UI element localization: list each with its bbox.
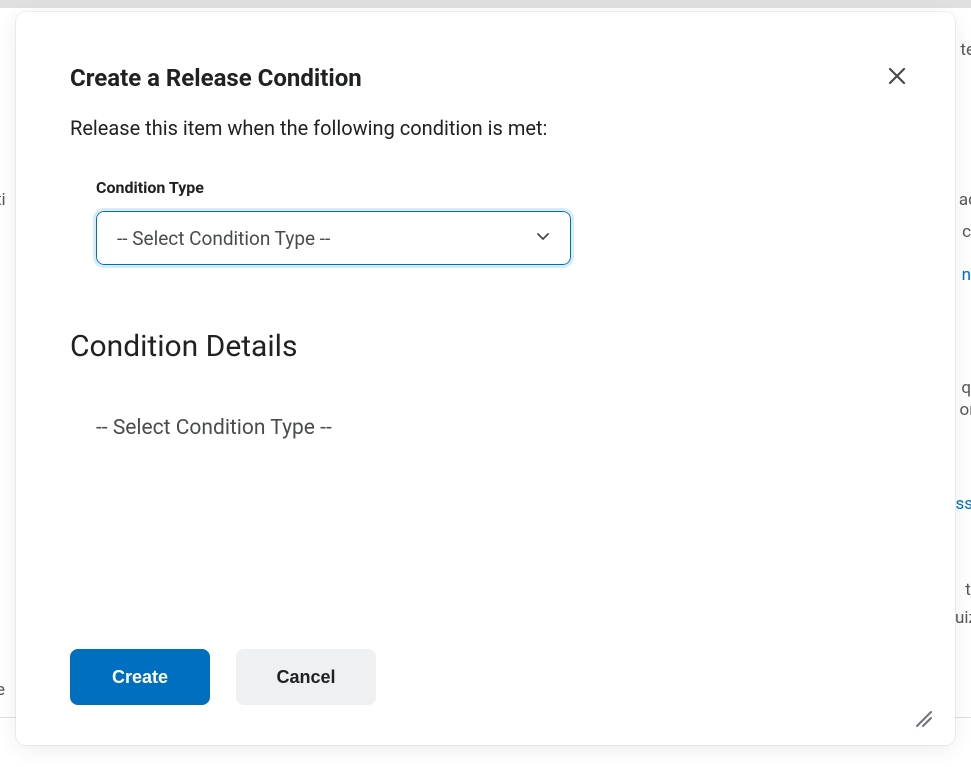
dialog-header: Create a Release Condition (70, 60, 915, 96)
close-button[interactable] (879, 60, 915, 96)
condition-type-select-wrap: -- Select Condition Type -- (96, 211, 571, 265)
condition-details-placeholder: -- Select Condition Type -- (70, 416, 915, 440)
dialog-subheading: Release this item when the following con… (70, 116, 915, 140)
dialog-title: Create a Release Condition (70, 64, 362, 92)
resize-handle-icon[interactable] (911, 705, 933, 735)
release-condition-dialog: Create a Release Condition Release this … (16, 12, 955, 745)
condition-type-select[interactable]: -- Select Condition Type -- (96, 211, 571, 265)
condition-type-label: Condition Type (96, 178, 915, 197)
dialog-footer: Create Cancel (70, 649, 915, 705)
cancel-button[interactable]: Cancel (236, 649, 376, 705)
condition-type-selected-value: -- Select Condition Type -- (117, 227, 330, 250)
condition-type-field: Condition Type -- Select Condition Type … (70, 178, 915, 265)
close-icon (888, 65, 906, 91)
condition-details-heading: Condition Details (70, 329, 915, 364)
create-button[interactable]: Create (70, 649, 210, 705)
